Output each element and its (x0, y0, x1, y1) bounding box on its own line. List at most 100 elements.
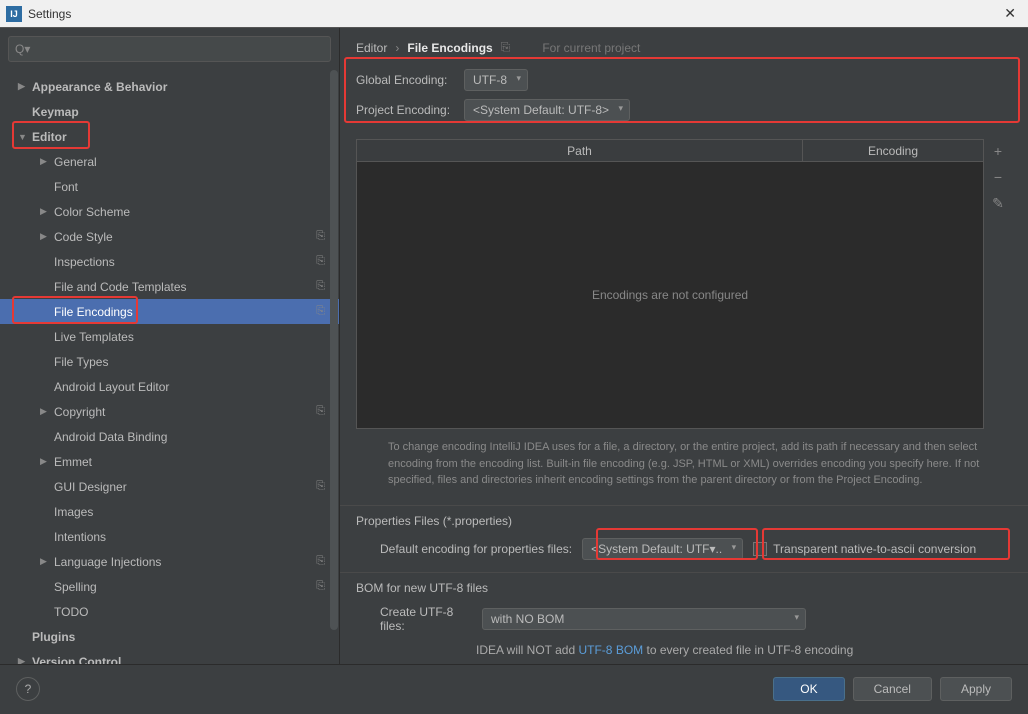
tree-item-label: Keymap (32, 105, 79, 119)
help-text: To change encoding IntelliJ IDEA uses fo… (340, 429, 1028, 499)
project-encoding-label: Project Encoding: (356, 103, 464, 117)
bom-section-title: BOM for new UTF-8 files (340, 572, 1028, 599)
tree-item-label: GUI Designer (54, 480, 127, 494)
tree-item-label: Spelling (54, 580, 97, 594)
arrow-icon: ▶ (18, 81, 28, 92)
tree-item-plugins[interactable]: Plugins (0, 624, 339, 649)
tree-item-color-scheme[interactable]: ▶ Color Scheme (0, 199, 339, 224)
tree-item-label: Font (54, 180, 78, 194)
checkbox-icon (753, 542, 767, 556)
tree-item-gui-designer[interactable]: GUI Designer ⎘ (0, 474, 339, 499)
edit-icon[interactable]: ✎ (992, 195, 1004, 212)
tree-item-intentions[interactable]: Intentions (0, 524, 339, 549)
copy-icon: ⎘ (316, 555, 325, 568)
tree-item-label: Emmet (54, 455, 92, 469)
arrow-icon: ▶ (18, 656, 28, 664)
create-utf8-dropdown[interactable]: with NO BOM (482, 608, 806, 630)
close-icon[interactable]: ✕ (998, 5, 1022, 22)
tree-item-general[interactable]: ▶General (0, 149, 339, 174)
breadcrumb: Editor › File Encodings ⎘ For current pr… (340, 28, 1028, 63)
th-encoding[interactable]: Encoding (803, 140, 983, 161)
tree-item-todo[interactable]: TODO (0, 599, 339, 624)
tree-item-spelling[interactable]: Spelling ⎘ (0, 574, 339, 599)
tree-item-file-types[interactable]: File Types (0, 349, 339, 374)
th-path[interactable]: Path (357, 140, 803, 161)
copy-icon: ⎘ (316, 580, 325, 593)
tree-item-version-control[interactable]: ▶ Version Control (0, 649, 339, 664)
tree-item-font[interactable]: Font (0, 174, 339, 199)
tree-item-code-style[interactable]: ▶Code Style⎘ (0, 224, 339, 249)
transparent-ascii-label: Transparent native-to-ascii conversion (773, 542, 976, 556)
tree-item-label: Live Templates (54, 330, 134, 344)
tree-item-keymap[interactable]: Keymap (0, 99, 339, 124)
copy-icon: ⎘ (316, 405, 325, 418)
tree-item-label: File Types (54, 355, 108, 369)
copy-icon: ⎘ (316, 280, 325, 293)
transparent-ascii-checkbox[interactable]: Transparent native-to-ascii conversion (753, 542, 976, 556)
global-encoding-label: Global Encoding: (356, 73, 464, 87)
tree-item-file-and-code-templates[interactable]: File and Code Templates⎘ (0, 274, 339, 299)
search-icon: Q▾ (15, 42, 30, 56)
table-empty: Encodings are not configured (357, 162, 983, 428)
properties-section-title: Properties Files (*.properties) (340, 505, 1028, 532)
tree-item-language-injections[interactable]: ▶ Language Injections ⎘ (0, 549, 339, 574)
plus-icon[interactable]: + (994, 143, 1002, 159)
ok-button[interactable]: OK (773, 677, 844, 701)
table-toolbar: + − ✎ (984, 139, 1012, 429)
tree-item-emmet[interactable]: ▶ Emmet (0, 449, 339, 474)
arrow-icon: ▶ (40, 206, 50, 217)
tree-item-label: Intentions (54, 530, 106, 544)
tree-item-copyright[interactable]: ▶ Copyright ⎘ (0, 399, 339, 424)
search-input[interactable]: Q▾ (8, 36, 331, 62)
tree-item-images[interactable]: Images (0, 499, 339, 524)
tree-item-android-layout-editor[interactable]: Android Layout Editor (0, 374, 339, 399)
apply-button[interactable]: Apply (940, 677, 1012, 701)
arrow-icon: ▶ (40, 456, 50, 467)
tree-item-label: Color Scheme (54, 205, 130, 219)
tree-item-editor[interactable]: ▼Editor (0, 124, 339, 149)
tree-item-label: Android Data Binding (54, 430, 167, 444)
tree-item-label: Editor (32, 130, 67, 144)
tree-item-label: File Encodings (54, 305, 133, 319)
help-button[interactable]: ? (16, 677, 40, 701)
arrow-icon: ▶ (40, 231, 50, 242)
tree-item-label: Inspections (54, 255, 115, 269)
minus-icon[interactable]: − (994, 169, 1002, 185)
utf8-bom-link[interactable]: UTF-8 BOM (578, 643, 643, 657)
bom-note: IDEA will NOT add UTF-8 BOM to every cre… (340, 639, 1028, 663)
tree-item-label: TODO (54, 605, 88, 619)
encodings-table: Path Encoding Encodings are not configur… (356, 139, 984, 429)
content-panel: Editor › File Encodings ⎘ For current pr… (340, 28, 1028, 664)
copy-icon: ⎘ (316, 230, 325, 243)
tree-item-live-templates[interactable]: Live Templates (0, 324, 339, 349)
tree-item-label: Copyright (54, 405, 105, 419)
tree-item-appearance-behavior[interactable]: ▶ Appearance & Behavior (0, 74, 339, 99)
project-encoding-dropdown[interactable]: <System Default: UTF-8> (464, 99, 630, 121)
tree-item-inspections[interactable]: Inspections⎘ (0, 249, 339, 274)
tree-item-label: Version Control (32, 655, 121, 665)
tree-item-android-data-binding[interactable]: Android Data Binding (0, 424, 339, 449)
tree-item-label: Plugins (32, 630, 75, 644)
tree-item-label: General (54, 155, 97, 169)
arrow-icon: ▶ (40, 556, 50, 567)
copy-icon: ⎘ (316, 480, 325, 493)
create-utf8-label: Create UTF-8 files: (380, 605, 472, 633)
titlebar: IJ Settings ✕ (0, 0, 1028, 28)
app-icon: IJ (6, 6, 22, 22)
footer: ? OK Cancel Apply (0, 664, 1028, 712)
window-title: Settings (28, 7, 998, 21)
copy-icon: ⎘ (316, 305, 325, 318)
copy-icon: ⎘ (501, 40, 511, 55)
properties-encoding-label: Default encoding for properties files: (380, 542, 572, 556)
tree-item-label: Appearance & Behavior (32, 80, 167, 94)
cancel-button[interactable]: Cancel (853, 677, 932, 701)
properties-encoding-dropdown[interactable]: <System Default: UTF▾.. (582, 538, 743, 560)
sidebar-scrollbar[interactable] (329, 70, 339, 664)
tree-item-label: Language Injections (54, 555, 161, 569)
sidebar: Q▾ ▶Appearance & BehaviorKeymap▼Editor▶G… (0, 28, 340, 664)
settings-tree: ▶Appearance & BehaviorKeymap▼Editor▶Gene… (0, 70, 339, 664)
global-encoding-dropdown[interactable]: UTF-8 (464, 69, 528, 91)
arrow-icon: ▶ (40, 406, 50, 417)
tree-item-file-encodings[interactable]: File Encodings ⎘ (0, 299, 339, 324)
breadcrumb-file-encodings: File Encodings (407, 41, 492, 55)
